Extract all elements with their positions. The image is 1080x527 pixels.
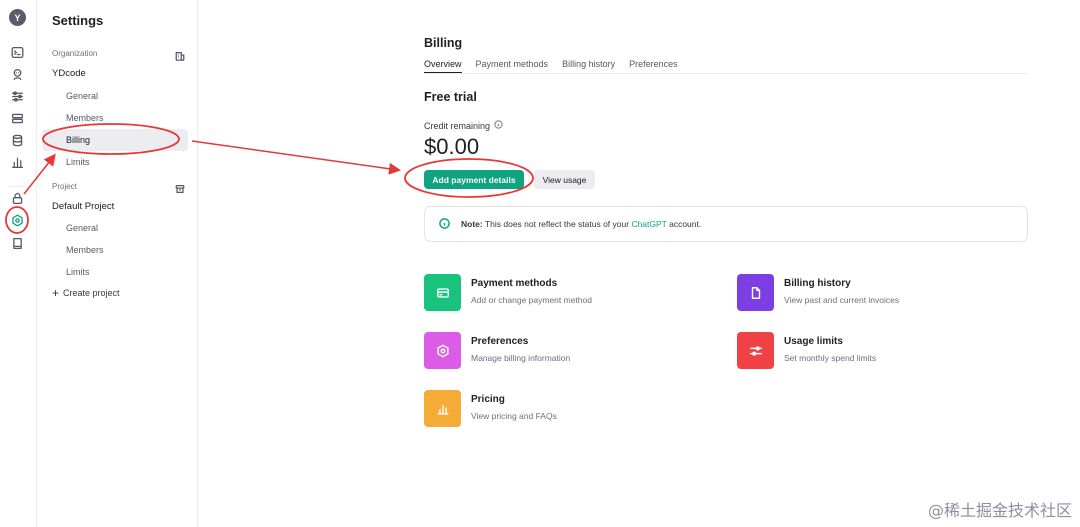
settings-icon[interactable] [9, 212, 26, 229]
watermark: @稀土掘金技术社区 [927, 501, 1072, 520]
project-label: Project [52, 182, 77, 191]
card-description: Add or change payment method [471, 295, 592, 305]
terminal-icon[interactable] [9, 44, 26, 61]
note-body: This does not reflect the status of your [484, 219, 630, 229]
sidebar-item-project-general[interactable]: General [66, 223, 98, 233]
storage-icon[interactable] [9, 110, 26, 127]
hex-settings-icon [424, 332, 461, 369]
assistant-icon[interactable] [9, 66, 26, 83]
archive-icon [175, 181, 186, 193]
billing-tabs: Overview Payment methods Billing history… [424, 59, 678, 73]
avatar[interactable]: Y [9, 9, 26, 26]
card-description: Set monthly spend limits [784, 353, 877, 363]
sliders-icon[interactable] [9, 88, 26, 105]
card-description: View pricing and FAQs [471, 411, 557, 421]
info-icon[interactable] [494, 120, 503, 131]
credit-card-icon [424, 274, 461, 311]
create-project-label: Create project [63, 288, 120, 298]
sidebar-item-org-limits[interactable]: Limits [66, 157, 90, 167]
note-prefix: Note: [461, 219, 483, 229]
page-title: Billing [424, 36, 463, 50]
sidebar-item-project-limits[interactable]: Limits [66, 267, 90, 277]
card-description: Manage billing information [471, 353, 571, 363]
tab-payment-methods[interactable]: Payment methods [476, 59, 549, 73]
chatgpt-link[interactable]: ChatGPT [631, 219, 666, 229]
note-suffix: account. [669, 219, 702, 229]
card-title: Usage limits [784, 336, 843, 347]
credit-label: Credit remaining [424, 120, 503, 131]
document-icon [737, 274, 774, 311]
book-icon[interactable] [9, 235, 26, 252]
card-preferences[interactable]: Preferences Manage billing information [424, 332, 570, 369]
sidebar-item-org-members[interactable]: Members [66, 113, 104, 123]
plan-title: Free trial [424, 90, 477, 104]
card-payment-methods[interactable]: Payment methods Add or change payment me… [424, 274, 592, 311]
card-title: Billing history [784, 278, 851, 289]
sidebar-item-billing[interactable]: Billing [42, 129, 188, 151]
card-pricing[interactable]: Pricing View pricing and FAQs [424, 390, 557, 427]
main-content: Billing Overview Payment methods Billing… [198, 0, 1080, 527]
card-usage-limits[interactable]: Usage limits Set monthly spend limits [737, 332, 876, 369]
building-icon [175, 48, 186, 61]
rail-divider [10, 186, 26, 187]
credit-amount: $0.00 [424, 134, 480, 159]
database-icon[interactable] [9, 132, 26, 149]
card-title: Preferences [471, 336, 529, 347]
bar-chart-icon [424, 390, 461, 427]
create-project-button[interactable]: + Create project [52, 286, 120, 300]
tabs-divider [424, 73, 1028, 74]
sidebar-item-org-general[interactable]: General [66, 91, 98, 101]
card-title: Pricing [471, 394, 505, 405]
sliders-icon [737, 332, 774, 369]
lock-icon[interactable] [9, 190, 26, 207]
tab-billing-history[interactable]: Billing history [562, 59, 615, 73]
add-payment-details-button[interactable]: Add payment details [424, 170, 524, 189]
organization-name[interactable]: YDcode [52, 68, 86, 79]
card-title: Payment methods [471, 278, 558, 289]
sidebar-title: Settings [52, 13, 104, 28]
note-text: Note: This does not reflect the status o… [461, 219, 701, 229]
info-circle-icon [439, 217, 450, 231]
icon-rail: Y [0, 0, 37, 527]
settings-sidebar: Settings Organization YDcode General Mem… [38, 0, 198, 527]
chart-icon[interactable] [9, 154, 26, 171]
sidebar-item-project-members[interactable]: Members [66, 245, 104, 255]
tab-preferences[interactable]: Preferences [629, 59, 678, 73]
organization-label: Organization [52, 49, 98, 58]
credit-label-text: Credit remaining [424, 120, 491, 131]
view-usage-button[interactable]: View usage [534, 170, 595, 189]
project-name[interactable]: Default Project [52, 201, 114, 212]
plus-icon: + [52, 286, 60, 300]
note-box: Note: This does not reflect the status o… [424, 206, 1028, 242]
tab-overview[interactable]: Overview [424, 59, 462, 73]
card-billing-history[interactable]: Billing history View past and current in… [737, 274, 899, 311]
card-description: View past and current invoices [784, 295, 900, 305]
